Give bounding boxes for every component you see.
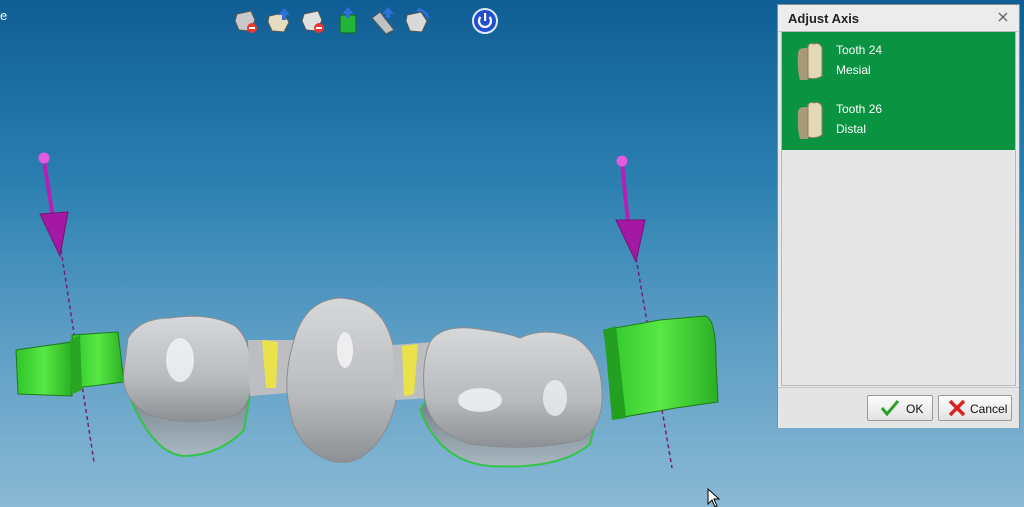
ok-button[interactable]: OK (867, 395, 933, 421)
abutment-right[interactable] (603, 315, 719, 420)
bridge-crowns[interactable] (122, 297, 603, 468)
dialog-footer: OK Cancel (778, 387, 1019, 428)
axis-arrow-right[interactable] (615, 155, 646, 264)
close-icon[interactable] (995, 9, 1011, 25)
checkmark-icon (880, 400, 900, 417)
tooth-name: Tooth 24 (836, 43, 883, 57)
mouse-cursor-icon (707, 488, 721, 507)
dialog-header: Adjust Axis (778, 5, 1019, 32)
cancel-label: Cancel (970, 402, 1008, 416)
tooth-list: Tooth 24 Mesial Tooth 26 Distal (781, 31, 1016, 386)
ok-label: OK (906, 402, 924, 416)
tooth-name: Tooth 26 (836, 102, 883, 116)
tooth-icon (797, 42, 823, 80)
axis-arrow-left[interactable] (38, 152, 69, 258)
list-item-tooth-24[interactable]: Tooth 24 Mesial (782, 32, 1015, 91)
list-item-tooth-26[interactable]: Tooth 26 Distal (782, 91, 1015, 150)
dialog-title: Adjust Axis (788, 11, 860, 26)
cancel-button[interactable]: Cancel (938, 395, 1012, 421)
tooth-side: Mesial (836, 63, 871, 77)
abutment-left[interactable] (15, 331, 125, 397)
cancel-x-icon (948, 399, 966, 417)
tooth-icon (797, 101, 823, 139)
adjust-axis-dialog: Adjust Axis Tooth 24 Mesial Tooth 26 Dis… (777, 4, 1020, 428)
tooth-side: Distal (836, 122, 867, 136)
